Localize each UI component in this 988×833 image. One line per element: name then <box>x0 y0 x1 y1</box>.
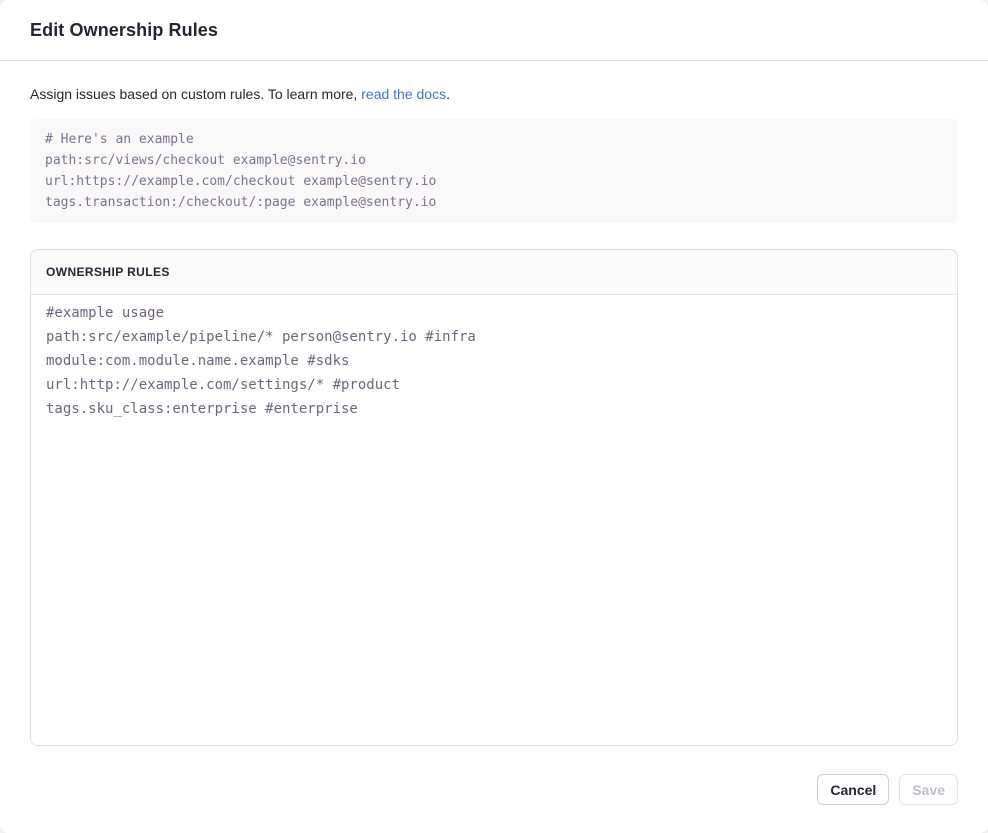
cancel-button[interactable]: Cancel <box>817 774 889 805</box>
description-after-link: . <box>446 86 450 102</box>
modal-footer: Cancel Save <box>0 746 988 833</box>
ownership-rules-panel: OWNERSHIP RULES #example usage path:src/… <box>30 249 958 746</box>
example-rule-line: path:src/views/checkout example@sentry.i… <box>45 150 943 171</box>
example-rule-line: # Here's an example <box>45 129 943 150</box>
edit-ownership-rules-modal: Edit Ownership Rules Assign issues based… <box>0 0 988 833</box>
description-before-link: Assign issues based on custom rules. To … <box>30 86 361 102</box>
example-rule-line: url:https://example.com/checkout example… <box>45 171 943 192</box>
ownership-rules-textarea[interactable]: #example usage path:src/example/pipeline… <box>31 295 957 745</box>
example-rules-block: # Here's an example path:src/views/check… <box>30 119 958 223</box>
ownership-rules-panel-title: OWNERSHIP RULES <box>46 265 942 280</box>
modal-header: Edit Ownership Rules <box>0 0 988 61</box>
save-button[interactable]: Save <box>899 774 958 805</box>
modal-body: Assign issues based on custom rules. To … <box>0 61 988 746</box>
description-text: Assign issues based on custom rules. To … <box>30 85 958 103</box>
read-the-docs-link[interactable]: read the docs <box>361 86 446 102</box>
ownership-rules-panel-header: OWNERSHIP RULES <box>31 250 957 295</box>
example-rule-line: tags.transaction:/checkout/:page example… <box>45 192 943 213</box>
modal-title: Edit Ownership Rules <box>30 20 218 41</box>
